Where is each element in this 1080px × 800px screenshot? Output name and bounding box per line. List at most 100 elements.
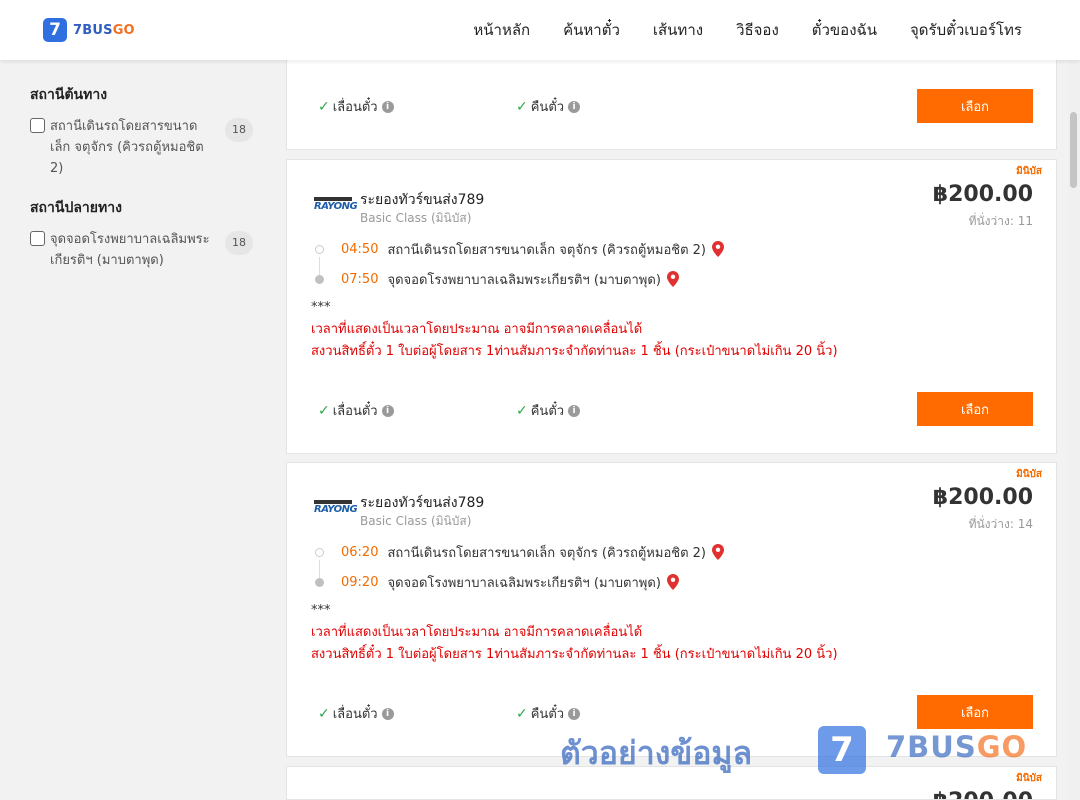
arrival-station: จุดจอดโรงพยาบาลเฉลิมพระเกียรติฯ (มาบตาพุ… [387,272,661,288]
map-pin-icon[interactable] [666,574,679,590]
amenities-row: ✓ เลื่อนตั๋ว i ✓ คืนตั๋ว i [318,96,714,117]
amenity-reschedule-label: เลื่อนตั๋ว [332,707,378,722]
destination-station-label[interactable]: จุดจอดโรงพยาบาลเฉลิมพระเกียรติฯ (มาบตาพุ… [50,229,215,271]
destination-station-count: 18 [225,231,253,255]
origin-station-title: สถานีต้นทาง [30,87,108,103]
origin-station-count: 18 [225,118,253,142]
arrival-station: จุดจอดโรงพยาบาลเฉลิมพระเกียรติฯ (มาบตาพุ… [387,575,661,591]
trip-price: ฿200.00 [932,182,1033,207]
notes-time-warning: เวลาที่แสดงเป็นเวลาโดยประมาณ อาจมีการคลา… [311,625,643,640]
nav-my-tickets[interactable]: ตั๋วของฉัน [812,18,877,42]
trip-card: มินิบัส RAYONG ระยองทัวร์ขนส่ง789 Basic … [286,462,1057,757]
notes-luggage-policy: สงวนสิทธิ์ตั๋ว 1 ใบต่อผู้โดยสาร 1ท่านสัม… [311,344,838,359]
amenity-reschedule: ✓ เลื่อนตั๋ว i [318,96,516,117]
notes-time-warning: เวลาที่แสดงเป็นเวลาโดยประมาณ อาจมีการคลา… [311,322,643,337]
notes-stars: *** [311,603,331,618]
departure-time: 06:20 [341,544,379,560]
check-icon: ✓ [516,402,528,419]
trip-price: ฿200.00 [933,789,1033,799]
bus-class: Basic Class (มินิบัส) [360,211,472,225]
trip-notes: *** เวลาที่แสดงเป็นเวลาโดยประมาณ อาจมีกา… [311,297,838,363]
origin-station-label[interactable]: สถานีเดินรถโดยสารขนาดเล็ก จตุจักร (คิวรถ… [50,116,215,179]
arrival-dot-icon [315,577,324,587]
destination-station-title: สถานีปลายทาง [30,200,122,216]
info-icon[interactable]: i [568,404,581,417]
amenity-refund-label: คืนตั๋ว [530,404,565,419]
scrollbar-thumb[interactable] [1070,112,1077,188]
check-icon: ✓ [516,98,528,115]
logo-mark-icon: 7 [43,18,67,42]
watermark-logo-icon: 7 [818,726,866,774]
amenity-reschedule: ✓ เลื่อนตั๋ว i [318,703,516,724]
bus-class: Basic Class (มินิบัส) [360,514,472,528]
amenity-refund-label: คืนตั๋ว [530,707,565,722]
seats-available: ที่นั่งว่าง: 14 [968,517,1033,531]
amenity-refund: ✓ คืนตั๋ว i [516,400,714,421]
trip-card: มินิบัส RAYONG ระยองทัวร์ขนส่ง789 Basic … [286,159,1057,454]
amenities-row: ✓ เลื่อนตั๋ว i ✓ คืนตั๋ว i [318,703,714,724]
departure-station: สถานีเดินรถโดยสารขนาดเล็ก จตุจักร (คิวรถ… [387,242,706,258]
check-icon: ✓ [318,705,330,722]
select-trip-button[interactable]: เลือก [917,695,1033,729]
map-pin-icon[interactable] [666,271,679,287]
origin-station-option[interactable]: สถานีเดินรถโดยสารขนาดเล็ก จตุจักร (คิวรถ… [30,116,260,179]
notes-stars: *** [311,300,331,315]
logo-text: 7BUSGO [73,22,135,38]
operator-name: ระยองทัวร์ขนส่ง789 [360,495,485,511]
nav-home[interactable]: หน้าหลัก [473,18,530,42]
trip-price: ฿200.00 [932,485,1033,510]
arrival-time: 09:20 [341,574,379,590]
destination-station-checkbox[interactable] [30,231,45,246]
operator-logo: RAYONG [314,500,358,518]
minibus-badge: มินิบัส [1016,166,1042,177]
trip-notes: *** เวลาที่แสดงเป็นเวลาโดยประมาณ อาจมีกา… [311,600,838,666]
check-icon: ✓ [318,402,330,419]
arrival-stop: 09:20 จุดจอดโรงพยาบาลเฉลิมพระเกียรติฯ (ม… [315,572,679,592]
nav-how-to-book[interactable]: วิธีจอง [736,18,779,42]
departure-stop: 04:50 สถานีเดินรถโดยสารขนาดเล็ก จตุจักร … [315,239,724,259]
info-icon[interactable]: i [381,707,394,720]
site-logo[interactable]: 7 7BUSGO [43,18,135,42]
map-pin-icon[interactable] [712,241,724,257]
info-icon[interactable]: i [381,404,394,417]
select-trip-button[interactable]: เลือก [917,89,1033,123]
departure-time: 04:50 [341,241,379,257]
info-icon[interactable]: i [381,100,394,113]
operator-name: ระยองทัวร์ขนส่ง789 [360,192,485,208]
departure-station: สถานีเดินรถโดยสารขนาดเล็ก จตุจักร (คิวรถ… [387,545,706,561]
nav-search-tickets[interactable]: ค้นหาตั๋ว [563,18,620,42]
nav-ticket-pickup-phone[interactable]: จุดรับตั๋วเบอร์โทร [910,18,1022,42]
amenity-refund-label: คืนตั๋ว [530,100,565,115]
destination-station-option[interactable]: จุดจอดโรงพยาบาลเฉลิมพระเกียรติฯ (มาบตาพุ… [30,229,260,271]
sample-data-watermark: ตัวอย่างข้อมูล [560,734,753,772]
amenity-refund: ✓ คืนตั๋ว i [516,96,714,117]
amenities-row: ✓ เลื่อนตั๋ว i ✓ คืนตั๋ว i [318,400,714,421]
nav-routes[interactable]: เส้นทาง [653,18,703,42]
top-header: 7 7BUSGO หน้าหลัก ค้นหาตั๋ว เส้นทาง วิธี… [0,0,1080,60]
departure-dot-icon [315,547,324,557]
arrival-dot-icon [315,274,324,284]
notes-luggage-policy: สงวนสิทธิ์ตั๋ว 1 ใบต่อผู้โดยสาร 1ท่านสัม… [311,647,838,662]
info-icon[interactable]: i [568,707,581,720]
page-scrollbar[interactable] [1068,60,1080,800]
amenity-refund: ✓ คืนตั๋ว i [516,703,714,724]
minibus-badge: มินิบัส [1016,469,1042,480]
select-trip-button[interactable]: เลือก [917,392,1033,426]
main-nav: หน้าหลัก ค้นหาตั๋ว เส้นทาง วิธีจอง ตั๋วข… [440,0,1022,60]
seats-available: ที่นั่งว่าง: 11 [968,214,1033,228]
amenity-reschedule: ✓ เลื่อนตั๋ว i [318,400,516,421]
watermark-brand: 7BUSGO [886,730,1028,764]
arrival-time: 07:50 [341,271,379,287]
origin-station-checkbox[interactable] [30,118,45,133]
trip-card-partial-top: ✓ เลื่อนตั๋ว i ✓ คืนตั๋ว i เลือก [286,50,1057,150]
amenity-reschedule-label: เลื่อนตั๋ว [332,100,378,115]
info-icon[interactable]: i [568,100,581,113]
operator-logo: RAYONG [314,197,358,215]
arrival-stop: 07:50 จุดจอดโรงพยาบาลเฉลิมพระเกียรติฯ (ม… [315,269,679,289]
check-icon: ✓ [516,705,528,722]
check-icon: ✓ [318,98,330,115]
minibus-badge: มินิบัส [1016,773,1042,784]
amenity-reschedule-label: เลื่อนตั๋ว [332,404,378,419]
departure-dot-icon [315,244,324,254]
map-pin-icon[interactable] [712,544,724,560]
